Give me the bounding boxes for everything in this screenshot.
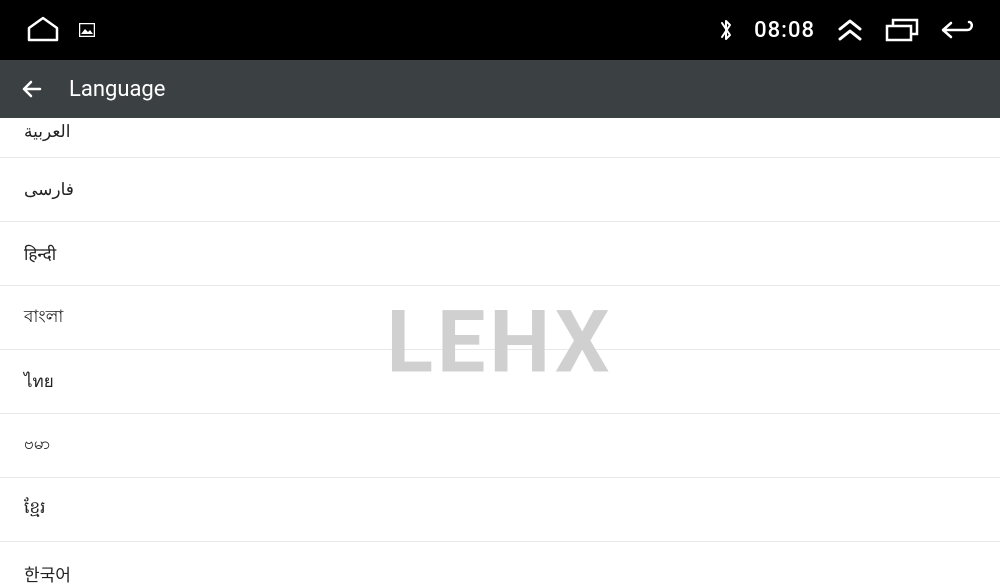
list-item[interactable]: ဗမာ bbox=[0, 414, 1000, 478]
list-item[interactable]: ไทย bbox=[0, 350, 1000, 414]
app-bar: Language bbox=[0, 60, 1000, 118]
back-icon[interactable] bbox=[939, 18, 975, 42]
page-title: Language bbox=[69, 77, 165, 102]
bluetooth-icon bbox=[718, 17, 734, 43]
language-label: ไทย bbox=[24, 368, 54, 395]
chevron-up-double-icon[interactable] bbox=[835, 17, 865, 43]
picture-icon bbox=[79, 23, 95, 37]
list-item[interactable]: ខ្មែរ bbox=[0, 478, 1000, 542]
language-label: فارسی bbox=[24, 180, 74, 200]
list-item[interactable]: العربية bbox=[0, 118, 1000, 158]
language-label: 한국어 bbox=[24, 561, 71, 586]
language-label: ខ្មែរ bbox=[24, 497, 46, 522]
recent-apps-icon[interactable] bbox=[885, 18, 919, 42]
home-icon[interactable] bbox=[25, 16, 61, 44]
language-label: বাংলা bbox=[24, 304, 63, 332]
language-label: हिन्दी bbox=[24, 242, 56, 265]
language-list[interactable]: LEHX العربية فارسی हिन्दी বাংলা ไทย ဗမာ … bbox=[0, 118, 1000, 586]
list-item[interactable]: हिन्दी bbox=[0, 222, 1000, 286]
status-bar: 08:08 bbox=[0, 0, 1000, 60]
back-arrow-icon[interactable] bbox=[20, 77, 44, 101]
list-item[interactable]: 한국어 bbox=[0, 542, 1000, 586]
list-item[interactable]: বাংলা bbox=[0, 286, 1000, 350]
status-time: 08:08 bbox=[754, 18, 815, 43]
language-label: ဗမာ bbox=[24, 433, 50, 458]
list-item[interactable]: فارسی bbox=[0, 158, 1000, 222]
language-label: العربية bbox=[24, 122, 70, 142]
